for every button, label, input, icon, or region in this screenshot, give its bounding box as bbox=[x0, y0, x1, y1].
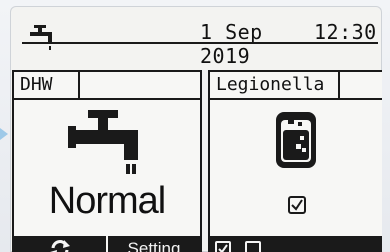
checkbox-off-button[interactable] bbox=[240, 236, 266, 252]
header-time: 12:30 bbox=[314, 20, 377, 44]
setting-button[interactable]: Setting bbox=[108, 236, 200, 252]
refresh-icon bbox=[50, 240, 70, 252]
legionella-title-divider bbox=[338, 98, 382, 100]
header-divider bbox=[22, 42, 378, 44]
checkbox-checked-icon bbox=[215, 241, 231, 252]
legionella-title: Legionella bbox=[210, 72, 340, 100]
dhw-title-divider bbox=[78, 98, 200, 100]
legionella-enabled-checkbox[interactable] bbox=[288, 196, 306, 214]
legionella-button-bar bbox=[210, 236, 382, 252]
tank-icon bbox=[276, 112, 316, 168]
tap-icon bbox=[30, 25, 52, 50]
refresh-button[interactable] bbox=[14, 236, 106, 252]
dhw-title: DHW bbox=[14, 72, 80, 100]
header-date: 1 Sep 2019 bbox=[200, 20, 263, 68]
display-screen: 1 Sep 2019 12:30 DHW Normal Setting Legi… bbox=[10, 6, 382, 252]
dhw-button-bar: Setting bbox=[14, 236, 200, 252]
checkbox-on-button[interactable] bbox=[210, 236, 236, 252]
dhw-mode-label: Normal bbox=[48, 180, 166, 222]
side-accent-arrow bbox=[0, 128, 8, 140]
legionella-panel[interactable]: Legionella bbox=[208, 70, 382, 252]
tap-icon bbox=[68, 110, 138, 174]
dhw-panel[interactable]: DHW Normal Setting bbox=[12, 70, 202, 252]
checkbox-empty-icon bbox=[245, 241, 261, 252]
